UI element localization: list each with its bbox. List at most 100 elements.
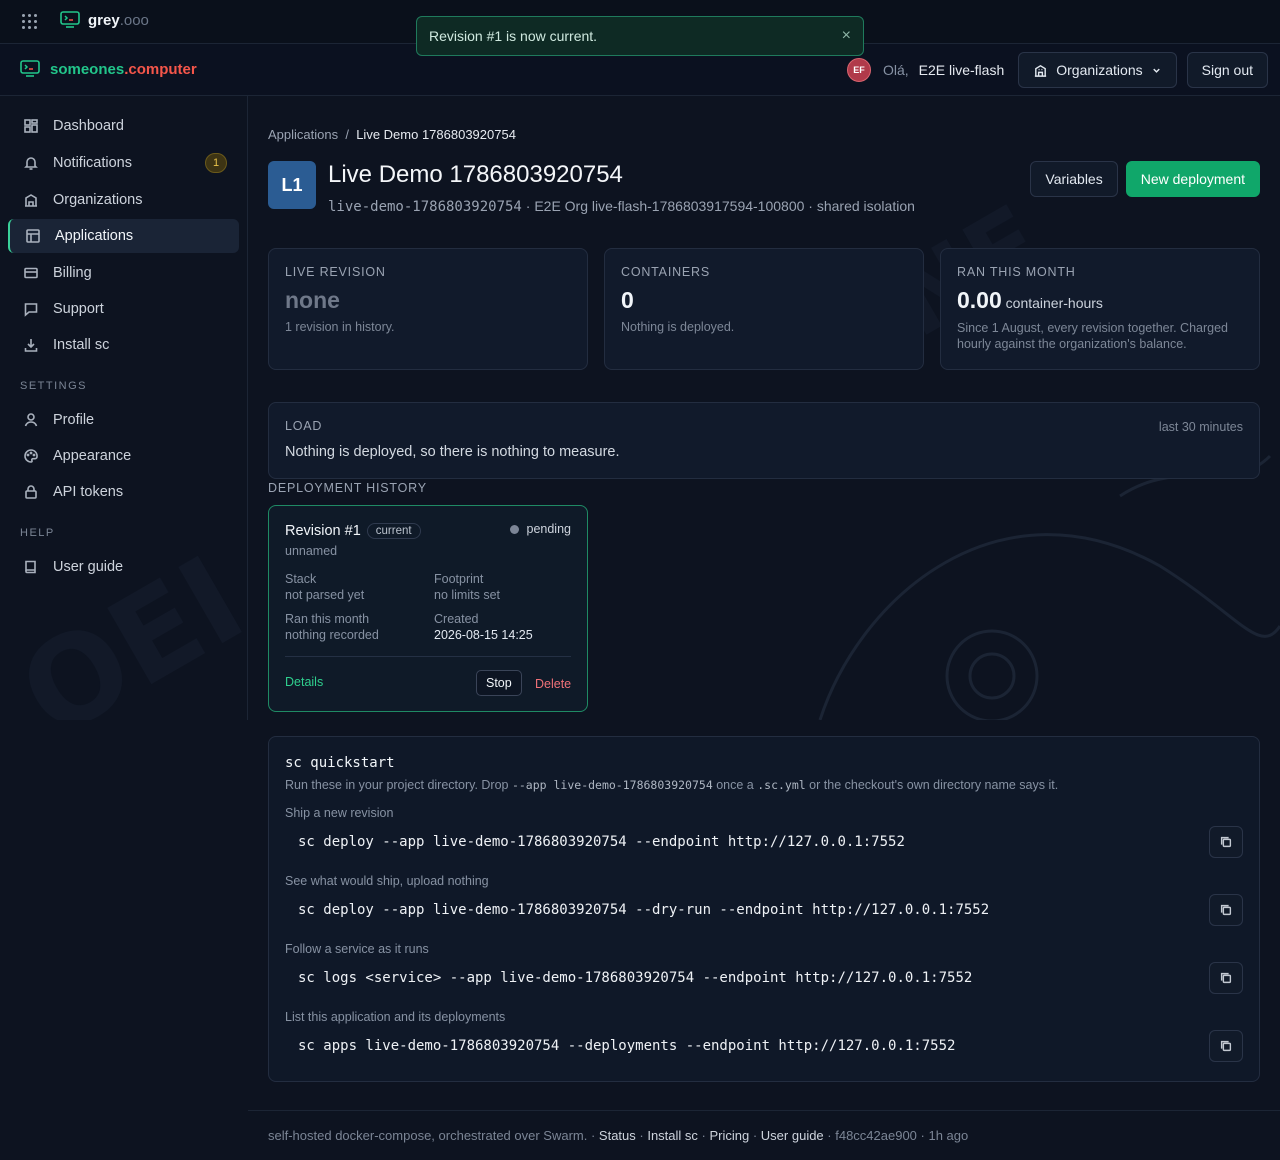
header-actions: EF Olá, E2E live-flash Organizations Sig… [846, 52, 1268, 88]
stat-card-live-revision: LIVE REVISION none 1 revision in history… [268, 248, 588, 370]
copy-button[interactable] [1209, 826, 1243, 858]
brand[interactable]: grey.ooo [60, 11, 149, 29]
copy-button[interactable] [1209, 1030, 1243, 1062]
sidebar-item-label: Appearance [53, 448, 132, 464]
sidebar-item-applications[interactable]: Applications [8, 219, 239, 253]
bell-icon [24, 157, 38, 170]
sidebar-item-api-tokens[interactable]: API tokens [8, 475, 239, 509]
status-dot-icon [509, 524, 519, 534]
sidebar-item-label: Organizations [53, 192, 143, 208]
delete-button[interactable]: Delete [535, 677, 571, 691]
brand-suffix: .ooo [119, 11, 149, 29]
command-text[interactable]: sc apps live-demo-1786803920754 --deploy… [298, 1038, 955, 1054]
footprint-value: no limits set [434, 588, 500, 602]
app-meta: · E2E Org live-flash-1786803917594-10080… [521, 198, 915, 214]
stop-button[interactable]: Stop [476, 670, 522, 696]
footer-commit: f48cc42ae900 [835, 1128, 917, 1143]
dashboard-icon [24, 119, 38, 133]
sidebar-item-appearance[interactable]: Appearance [8, 439, 239, 473]
footer-sep: · [749, 1128, 761, 1143]
sidebar-item-notifications[interactable]: Notifications 1 [8, 146, 239, 180]
load-label: LOAD [285, 419, 323, 433]
breadcrumb: Applications / Live Demo 1786803920754 [268, 127, 516, 142]
chat-icon [24, 303, 38, 317]
close-icon[interactable]: × [842, 27, 851, 45]
sidebar-item-label: Notifications [53, 155, 132, 171]
sidebar-item-support[interactable]: Support [8, 292, 239, 326]
organizations-button[interactable]: Organizations [1018, 52, 1177, 88]
stat-label: RAN THIS MONTH [957, 265, 1076, 279]
lock-icon [25, 485, 37, 499]
stat-value: none [285, 287, 340, 313]
user-name: E2E live-flash [918, 62, 1005, 78]
user-icon [24, 413, 38, 427]
palette-icon [24, 449, 38, 463]
command-label: List this application and its deployment… [285, 1010, 506, 1024]
load-message: Nothing is deployed, so there is nothing… [285, 444, 620, 460]
stat-card-ran-this-month: RAN THIS MONTH 0.00 container-hours Sinc… [940, 248, 1260, 370]
intro-code-scyml: .sc.yml [757, 778, 806, 792]
load-panel: LOAD last 30 minutes Nothing is deployed… [268, 402, 1260, 479]
app-slug: live-demo-1786803920754 [328, 199, 522, 215]
command-label: Ship a new revision [285, 806, 394, 820]
sidebar-item-dashboard[interactable]: Dashboard [8, 109, 239, 143]
created-label: Created [434, 612, 479, 626]
stat-note: Nothing is deployed. [621, 320, 735, 334]
intro-code-app: --app live-demo-1786803920754 [511, 778, 713, 792]
page-actions: Variables New deployment [1030, 161, 1260, 197]
intro-text: or the checkout's own directory name say… [805, 778, 1059, 792]
variables-button[interactable]: Variables [1030, 161, 1118, 197]
terminal-monitor-icon [60, 11, 80, 28]
footer-link-install-sc[interactable]: Install sc [647, 1128, 698, 1143]
avatar[interactable]: EF [846, 58, 871, 82]
sidebar-item-label: Support [53, 301, 104, 317]
copy-icon [1220, 904, 1232, 916]
logo-text-a: someones [50, 60, 125, 78]
command-text[interactable]: sc deploy --app live-demo-1786803920754 … [298, 902, 989, 918]
breadcrumb-current: Live Demo 1786803920754 [356, 127, 516, 142]
page-title: Live Demo 1786803920754 [328, 161, 623, 188]
stat-value: 0 [621, 287, 634, 313]
copy-button[interactable] [1209, 894, 1243, 926]
sidebar-item-user-guide[interactable]: User guide [8, 550, 239, 584]
footer-link-user-guide[interactable]: User guide [761, 1128, 824, 1143]
command-text[interactable]: sc deploy --app live-demo-1786803920754 … [298, 834, 905, 850]
sidebar-item-billing[interactable]: Billing [8, 256, 239, 290]
sidebar-item-label: Applications [55, 228, 134, 244]
footer-text: self-hosted docker-compose, orchestrated… [268, 1128, 588, 1143]
app-grid-icon[interactable] [22, 14, 38, 30]
quickstart-intro: Run these in your project directory. Dro… [285, 778, 1058, 792]
sidebar-item-profile[interactable]: Profile [8, 403, 239, 437]
status-text: pending [526, 522, 572, 536]
stack-value: not parsed yet [285, 588, 365, 602]
stack-label: Stack [285, 572, 317, 586]
sidebar-item-organizations[interactable]: Organizations [8, 183, 239, 217]
footer-link-pricing[interactable]: Pricing [709, 1128, 749, 1143]
stat-note: 1 revision in history. [285, 320, 395, 334]
organizations-label: Organizations [1056, 62, 1143, 78]
sign-out-button[interactable]: Sign out [1186, 52, 1268, 88]
revision-card: Revision #1 current pending unnamed Stac… [268, 505, 588, 712]
copy-icon [1220, 1040, 1232, 1052]
breadcrumb-applications-link[interactable]: Applications [268, 127, 338, 142]
logo-text-b: computer [128, 60, 197, 78]
sidebar-item-install-sc[interactable]: Install sc [8, 328, 239, 362]
site-logo[interactable]: someones.computer [20, 60, 197, 78]
footer: self-hosted docker-compose, orchestrated… [248, 1110, 1280, 1160]
footer-sep: · [587, 1128, 599, 1143]
command-text[interactable]: sc logs <service> --app live-demo-178680… [298, 970, 972, 986]
brand-name: grey [88, 11, 120, 29]
help-heading: HELP [20, 527, 55, 539]
footer-sep: · [697, 1128, 710, 1143]
new-deployment-button[interactable]: New deployment [1125, 161, 1260, 197]
building-icon [25, 194, 37, 207]
details-link[interactable]: Details [285, 675, 323, 689]
book-icon [25, 560, 36, 574]
footer-link-status[interactable]: Status [599, 1128, 636, 1143]
toast-message: Revision #1 is now current. [429, 28, 598, 44]
toast-notification: Revision #1 is now current. × [416, 16, 864, 56]
stat-label: CONTAINERS [621, 265, 711, 279]
revision-title: Revision #1 [285, 523, 361, 539]
quickstart-panel: sc quickstart Run these in your project … [268, 736, 1260, 1082]
copy-button[interactable] [1209, 962, 1243, 994]
